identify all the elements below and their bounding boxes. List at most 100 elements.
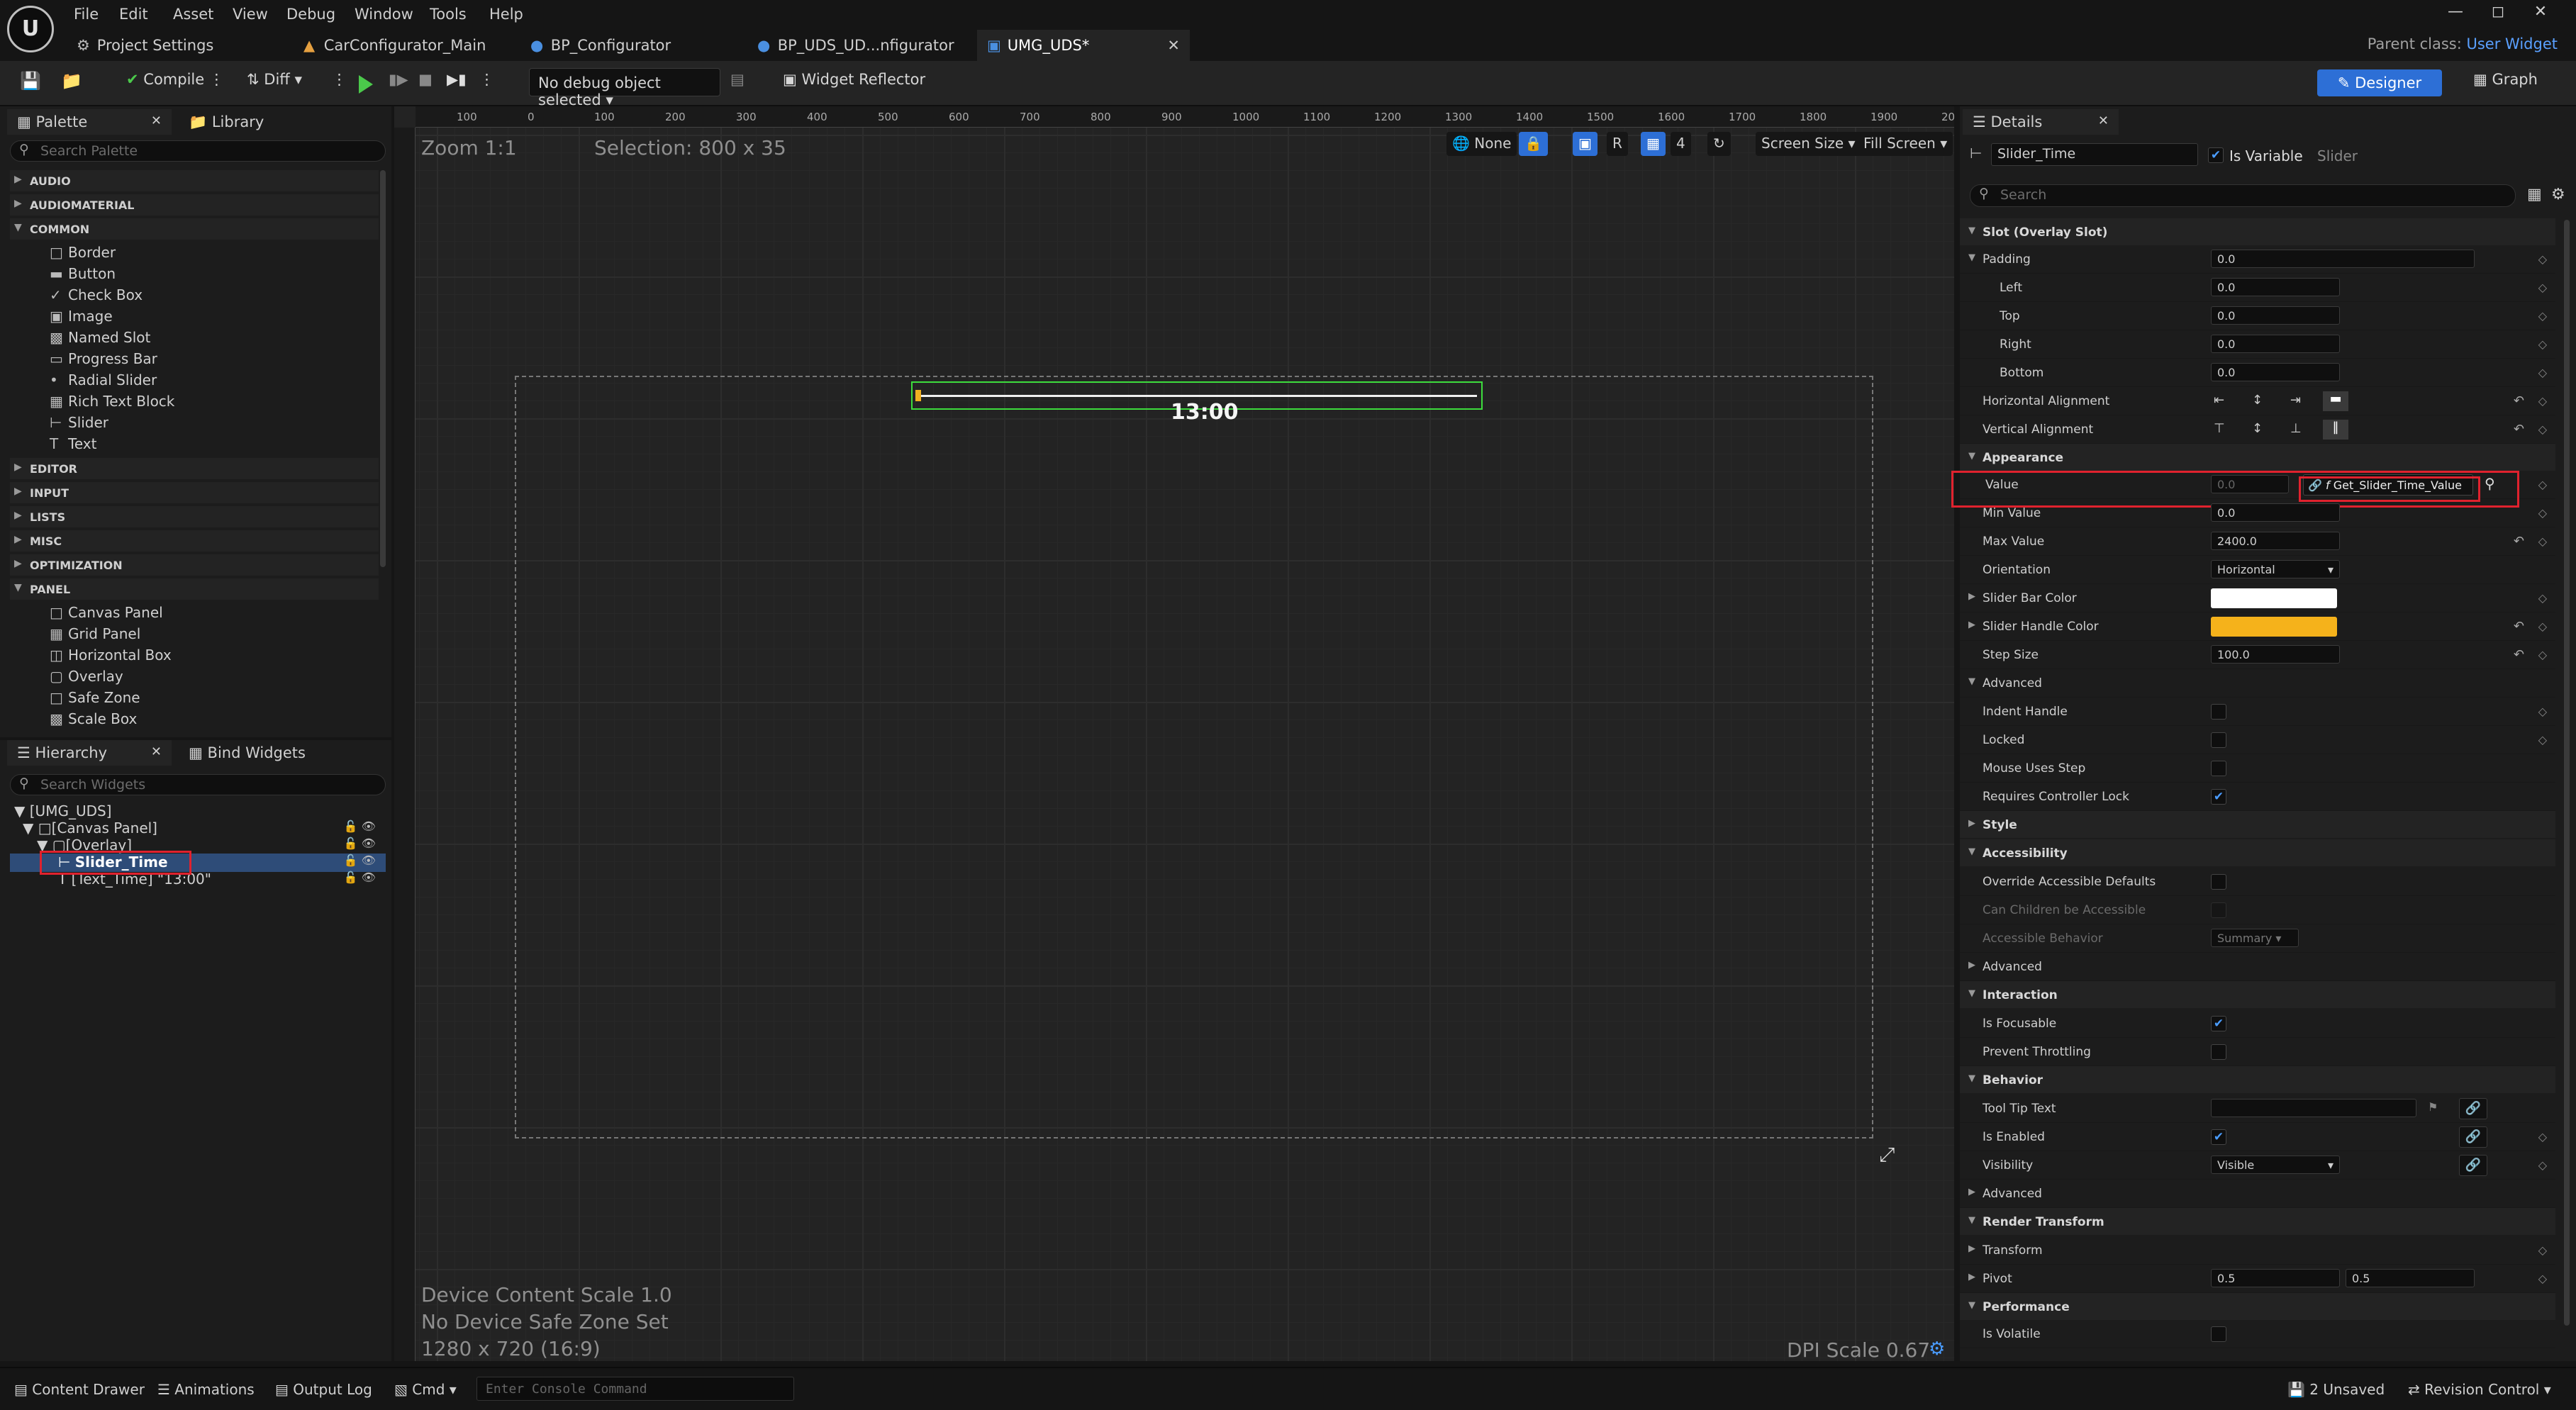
locked-checkbox[interactable] bbox=[2211, 732, 2226, 748]
chevron-right-icon[interactable]: ▶ bbox=[1968, 620, 1975, 630]
category-editor[interactable]: ▶ EDITOR bbox=[10, 458, 379, 479]
palette-item-named-slot[interactable]: ▩ Named Slot bbox=[50, 329, 150, 346]
keyframe-icon[interactable]: ◇ bbox=[2538, 705, 2547, 718]
category-panel[interactable]: ▼ PANEL bbox=[10, 578, 379, 600]
fill-screen-dropdown[interactable]: Fill Screen ▾ bbox=[1858, 132, 1953, 156]
category-input[interactable]: ▶ INPUT bbox=[10, 482, 379, 503]
palette-item-text[interactable]: T Text bbox=[50, 435, 96, 452]
keyframe-icon[interactable]: ◇ bbox=[2538, 1130, 2547, 1143]
palette-item-scale-box[interactable]: ▩ Scale Box bbox=[50, 710, 137, 727]
flag-icon[interactable]: ⚑ bbox=[2428, 1100, 2438, 1114]
handle-color-swatch[interactable] bbox=[2211, 617, 2337, 637]
palette-search-input[interactable]: ⚲ Search Palette bbox=[10, 140, 386, 162]
align-right-icon[interactable]: ⇥ bbox=[2290, 393, 2301, 408]
category-audio[interactable]: ▶ AUDIO bbox=[10, 170, 379, 191]
align-left-icon[interactable]: ⇤ bbox=[2214, 393, 2224, 408]
revision-control-button[interactable]: ⇄ Revision Control ▾ bbox=[2408, 1381, 2551, 1398]
keyframe-icon[interactable]: ◇ bbox=[2538, 620, 2547, 633]
chevron-right-icon[interactable]: ▶ bbox=[1968, 591, 1975, 602]
compile-button[interactable]: ✔ Compile ⋮ bbox=[126, 71, 224, 88]
bottom-input[interactable]: 0.0 bbox=[2211, 363, 2340, 381]
menu-help[interactable]: Help bbox=[489, 6, 523, 23]
debug-filter-icon[interactable]: ▤ bbox=[730, 71, 745, 88]
keyframe-icon[interactable]: ◇ bbox=[2538, 591, 2547, 605]
gear-icon[interactable]: ⚙ bbox=[1929, 1338, 1945, 1360]
lock-eye-icons[interactable]: 🔓 👁 bbox=[344, 837, 376, 850]
close-tab-icon[interactable]: ✕ bbox=[1167, 37, 1180, 54]
bar-color-swatch[interactable] bbox=[2211, 588, 2337, 608]
debug-object-dropdown[interactable]: No debug object selected ▾ bbox=[529, 68, 720, 108]
grid-snap-count[interactable]: 4 bbox=[1671, 132, 1691, 156]
respect-locks-toggle[interactable]: 🔒 bbox=[1519, 132, 1548, 156]
reset-icon[interactable]: ↶ bbox=[2514, 647, 2524, 662]
graph-button[interactable]: ▦ Graph bbox=[2473, 71, 2538, 88]
lock-eye-icons[interactable]: 🔓 👁 bbox=[344, 854, 376, 867]
console-input[interactable]: Enter Console Command bbox=[476, 1377, 794, 1401]
hierarchy-search-input[interactable]: ⚲ Search Widgets bbox=[10, 774, 386, 795]
tab-palette[interactable]: ▦ Palette ✕ bbox=[7, 109, 172, 135]
palette-item-canvas-panel[interactable]: □ Canvas Panel bbox=[50, 604, 163, 621]
top-input[interactable]: 0.0 bbox=[2211, 306, 2340, 325]
menu-file[interactable]: File bbox=[74, 6, 99, 23]
tab-bp-uds[interactable]: ● BP_UDS_UD...nfigurator bbox=[757, 30, 984, 61]
resize-handle-icon[interactable]: ⤢ bbox=[1879, 1143, 1895, 1167]
align-center-icon[interactable]: ↕ bbox=[2252, 393, 2263, 408]
category-common[interactable]: ▼ COMMON bbox=[10, 218, 379, 240]
lock-eye-icons[interactable]: 🔓 👁 bbox=[344, 819, 376, 833]
keyframe-icon[interactable]: ◇ bbox=[2538, 733, 2547, 746]
min-value-input[interactable]: 0.0 bbox=[2211, 503, 2340, 522]
menu-debug[interactable]: Debug bbox=[286, 6, 335, 23]
details-search-input[interactable]: ⚲ Search bbox=[1970, 184, 2516, 207]
screen-size-dropdown[interactable]: Screen Size ▾ bbox=[1756, 132, 1861, 156]
menu-window[interactable]: Window bbox=[355, 6, 413, 23]
palette-item-border[interactable]: □ Border bbox=[50, 244, 116, 261]
align-fill-vertical-icon[interactable]: ‖ bbox=[2323, 420, 2348, 440]
tab-details[interactable]: ☰ Details ✕ bbox=[1963, 109, 2119, 135]
align-middle-icon[interactable]: ↕ bbox=[2252, 421, 2263, 436]
is-focusable-checkbox[interactable]: ✔ bbox=[2211, 1016, 2226, 1031]
more-icon[interactable]: ⋮ bbox=[332, 71, 347, 88]
palette-scrollbar[interactable] bbox=[380, 170, 386, 567]
palette-item-slider[interactable]: ⊢ Slider bbox=[50, 414, 108, 431]
canvas-frame[interactable] bbox=[515, 376, 1873, 1138]
section-performance[interactable]: ▼ Performance bbox=[1960, 1293, 2555, 1320]
widget-reflector-button[interactable]: ▣ Widget Reflector bbox=[783, 71, 925, 88]
chevron-down-icon[interactable]: ▼ bbox=[1968, 252, 1975, 263]
output-log-button[interactable]: ▤ Output Log bbox=[275, 1381, 372, 1398]
category-audiomaterial[interactable]: ▶ AUDIOMATERIAL bbox=[10, 194, 379, 216]
parent-class-link[interactable]: User Widget bbox=[2467, 35, 2558, 52]
close-icon[interactable]: ✕ bbox=[151, 113, 162, 128]
more-icon[interactable]: ⋮ bbox=[479, 71, 494, 88]
animations-button[interactable]: ☰ Animations bbox=[157, 1381, 255, 1398]
grid-snap-toggle[interactable]: ▦ bbox=[1641, 132, 1666, 156]
is-variable-checkbox[interactable]: ✔ bbox=[2208, 147, 2224, 163]
mouse-step-checkbox[interactable] bbox=[2211, 761, 2226, 776]
palette-item-checkbox[interactable]: ✓ Check Box bbox=[50, 286, 143, 303]
bind-button[interactable]: 🔗 bbox=[2459, 1126, 2487, 1148]
visibility-dropdown[interactable]: Visible ▾ bbox=[2211, 1156, 2340, 1174]
slider-handle[interactable] bbox=[915, 390, 921, 401]
cmd-dropdown[interactable]: ▧ Cmd ▾ bbox=[394, 1381, 457, 1398]
is-enabled-checkbox[interactable]: ✔ bbox=[2211, 1129, 2226, 1145]
menu-asset[interactable]: Asset bbox=[173, 6, 213, 23]
save-icon[interactable]: 💾 bbox=[20, 71, 41, 91]
widget-name-input[interactable]: Slider_Time bbox=[1991, 143, 2198, 166]
req-ctrl-lock-checkbox[interactable]: ✔ bbox=[2211, 789, 2226, 805]
diff-button[interactable]: ⇅ Diff ▾ bbox=[247, 71, 302, 88]
palette-item-grid-panel[interactable]: ▦ Grid Panel bbox=[50, 625, 140, 642]
tab-hierarchy[interactable]: ☰ Hierarchy ✕ bbox=[7, 740, 172, 766]
keyframe-icon[interactable]: ◇ bbox=[2538, 366, 2547, 379]
keyframe-icon[interactable]: ◇ bbox=[2538, 1158, 2547, 1172]
palette-item-image[interactable]: ▣ Image bbox=[50, 308, 113, 325]
pivot-y-input[interactable]: 0.5 bbox=[2346, 1269, 2475, 1287]
keyframe-icon[interactable]: ◇ bbox=[2538, 1272, 2547, 1285]
close-icon[interactable]: ✕ bbox=[2098, 113, 2109, 128]
tooltip-input[interactable] bbox=[2211, 1099, 2416, 1117]
menu-view[interactable]: View bbox=[233, 6, 268, 23]
content-drawer-button[interactable]: ▤ Content Drawer bbox=[14, 1381, 145, 1398]
palette-item-horizontal-box[interactable]: ◫ Horizontal Box bbox=[50, 647, 172, 664]
palette-item-radial-slider[interactable]: • Radial Slider bbox=[50, 371, 157, 388]
category-lists[interactable]: ▶ LISTS bbox=[10, 506, 379, 527]
step-size-input[interactable]: 100.0 bbox=[2211, 645, 2340, 664]
keyframe-icon[interactable]: ◇ bbox=[2538, 337, 2547, 351]
